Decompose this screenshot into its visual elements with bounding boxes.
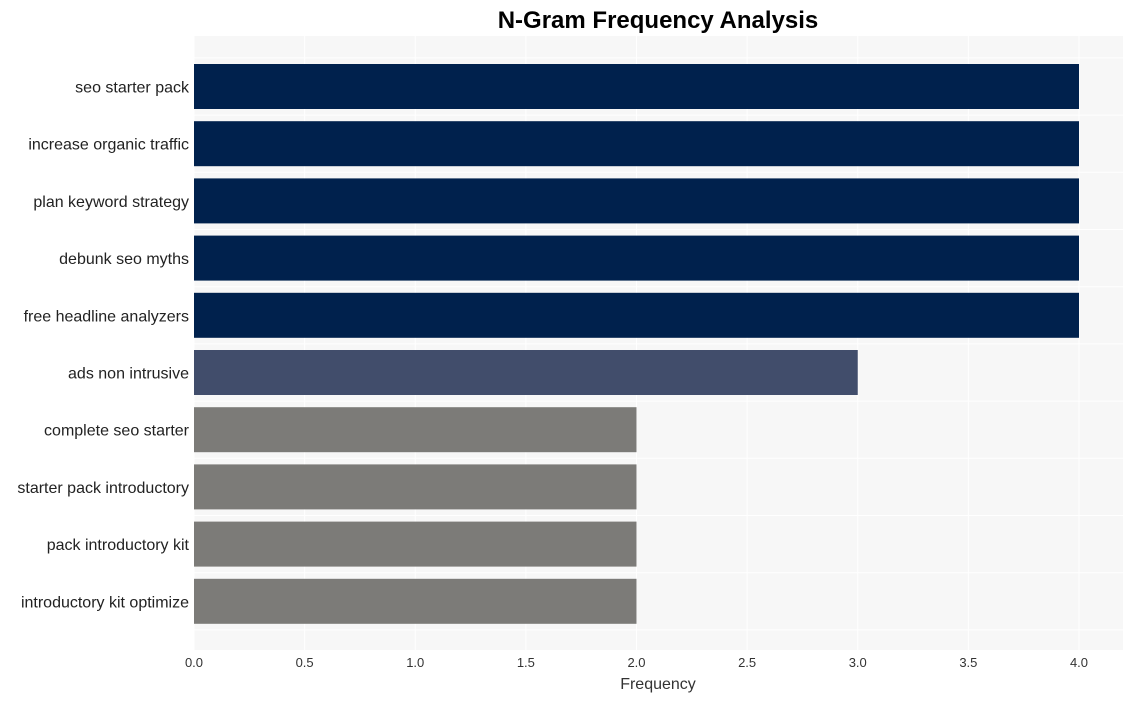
x-tick-label: 1.5 [517, 655, 535, 670]
bar [194, 578, 637, 624]
y-category-label: ads non intrusive [68, 366, 189, 383]
x-axis-label: Frequency [620, 676, 696, 693]
y-category-label: seo starter pack [75, 80, 190, 97]
y-category-label: plan keyword strategy [33, 194, 189, 211]
bar [194, 521, 637, 567]
x-tick-label: 0.5 [296, 655, 314, 670]
bar [194, 64, 1079, 109]
y-category-label: introductory kit optimize [21, 594, 189, 611]
y-category-label: free headline analyzers [24, 308, 189, 325]
bar [194, 235, 1079, 281]
bar-chart: seo starter pack increase organic traffic… [17, 7, 1123, 693]
x-tick-label: 4.0 [1070, 655, 1088, 670]
x-tick-label: 2.5 [738, 655, 756, 670]
x-tick-label: 3.0 [849, 655, 867, 670]
bar [194, 350, 858, 395]
bar [194, 407, 637, 453]
bar [194, 121, 1079, 167]
y-axis-labels: seo starter pack increase organic traffic… [17, 80, 190, 612]
x-tick-label: 3.5 [959, 655, 977, 670]
y-category-label: starter pack introductory [17, 480, 189, 497]
x-tick-label: 1.0 [406, 655, 424, 670]
chart-title: N-Gram Frequency Analysis [498, 7, 819, 34]
y-category-label: increase organic traffic [28, 137, 189, 154]
bar [194, 292, 1079, 338]
x-axis-ticks: 0.0 0.5 1.0 1.5 2.0 2.5 3.0 3.5 4.0 [185, 655, 1088, 670]
x-tick-label: 0.0 [185, 655, 203, 670]
x-tick-label: 2.0 [627, 655, 645, 670]
y-category-label: pack introductory kit [47, 537, 190, 554]
y-category-label: complete seo starter [44, 423, 190, 440]
bar [194, 464, 637, 510]
y-category-label: debunk seo myths [59, 251, 189, 268]
bar [194, 178, 1079, 224]
